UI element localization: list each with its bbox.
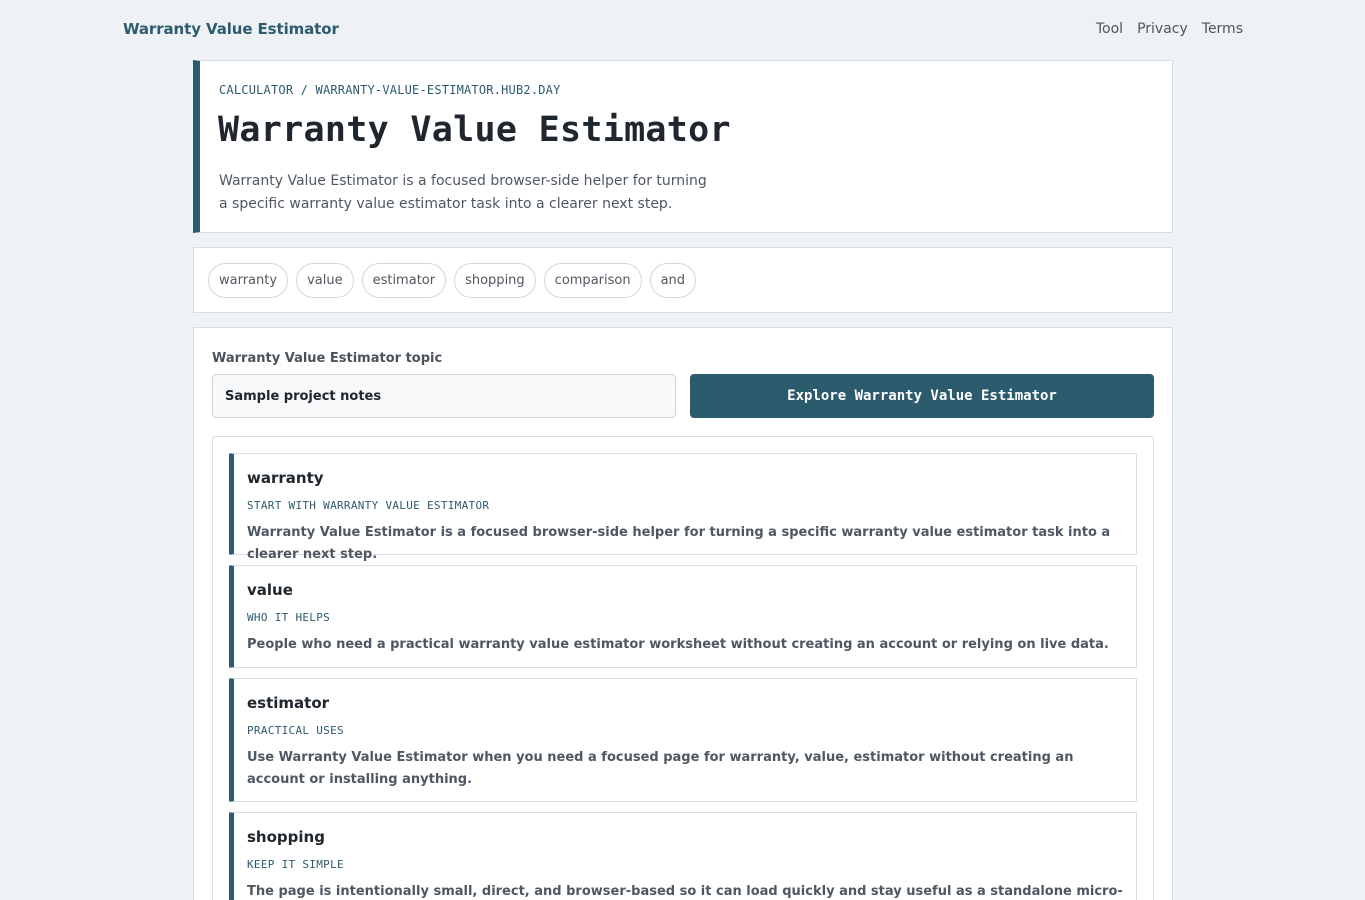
result-kicker: KEEP IT SIMPLE — [247, 858, 344, 871]
top-navbar: Warranty Value Estimator Tool Privacy Te… — [0, 0, 1365, 62]
breadcrumb: CALCULATOR / WARRANTY-VALUE-ESTIMATOR.HU… — [219, 83, 561, 97]
result-kicker: PRACTICAL USES — [247, 724, 344, 737]
tag-chip[interactable]: warranty — [208, 263, 289, 298]
result-title: warranty — [247, 469, 324, 487]
page-description: Warranty Value Estimator is a focused br… — [219, 173, 707, 212]
result-card: value WHO IT HELPS People who need a pra… — [229, 565, 1137, 668]
result-title: value — [247, 581, 293, 599]
result-title: estimator — [247, 694, 330, 712]
tag-chip[interactable]: and — [649, 263, 697, 298]
tag-chip[interactable]: shopping — [454, 263, 536, 298]
nav-link-tool[interactable]: Tool — [1096, 21, 1123, 37]
result-card: warranty START WITH WARRANTY VALUE ESTIM… — [229, 453, 1137, 562]
result-body: Warranty Value Estimator is a focused br… — [247, 525, 1111, 562]
result-body: People who need a practical warranty val… — [247, 637, 1109, 652]
nav-link-terms[interactable]: Terms — [1202, 21, 1243, 37]
result-body: The page is intentionally small, direct,… — [247, 884, 1123, 899]
explore-button[interactable]: Explore Warranty Value Estimator — [690, 374, 1154, 418]
nav-links: Tool Privacy Terms — [1096, 21, 1243, 37]
result-card: estimator PRACTICAL USES Use Warranty Va… — [229, 678, 1137, 802]
topic-field-label: Warranty Value Estimator topic — [212, 351, 443, 366]
results-panel: warranty START WITH WARRANTY VALUE ESTIM… — [212, 436, 1154, 900]
result-kicker: WHO IT HELPS — [247, 611, 331, 624]
tag-chip[interactable]: comparison — [543, 263, 642, 298]
result-body: Use Warranty Value Estimator when you ne… — [247, 750, 1074, 787]
result-kicker: START WITH WARRANTY VALUE ESTIMATOR — [247, 499, 490, 512]
hero-card: CALCULATOR / WARRANTY-VALUE-ESTIMATOR.HU… — [193, 60, 1173, 233]
brand-link[interactable]: Warranty Value Estimator — [123, 20, 339, 38]
result-card: shopping KEEP IT SIMPLE The page is inte… — [229, 812, 1137, 900]
result-title: shopping — [247, 828, 325, 846]
tag-chip[interactable]: value — [296, 263, 354, 298]
topic-input[interactable] — [212, 374, 676, 418]
page-title: Warranty Value Estimator — [218, 110, 731, 150]
tool-card: Warranty Value Estimator topic Explore W… — [193, 327, 1173, 900]
nav-link-privacy[interactable]: Privacy — [1137, 21, 1188, 37]
tag-list: warranty value estimator shopping compar… — [193, 247, 1173, 313]
tag-chip[interactable]: estimator — [361, 263, 447, 298]
